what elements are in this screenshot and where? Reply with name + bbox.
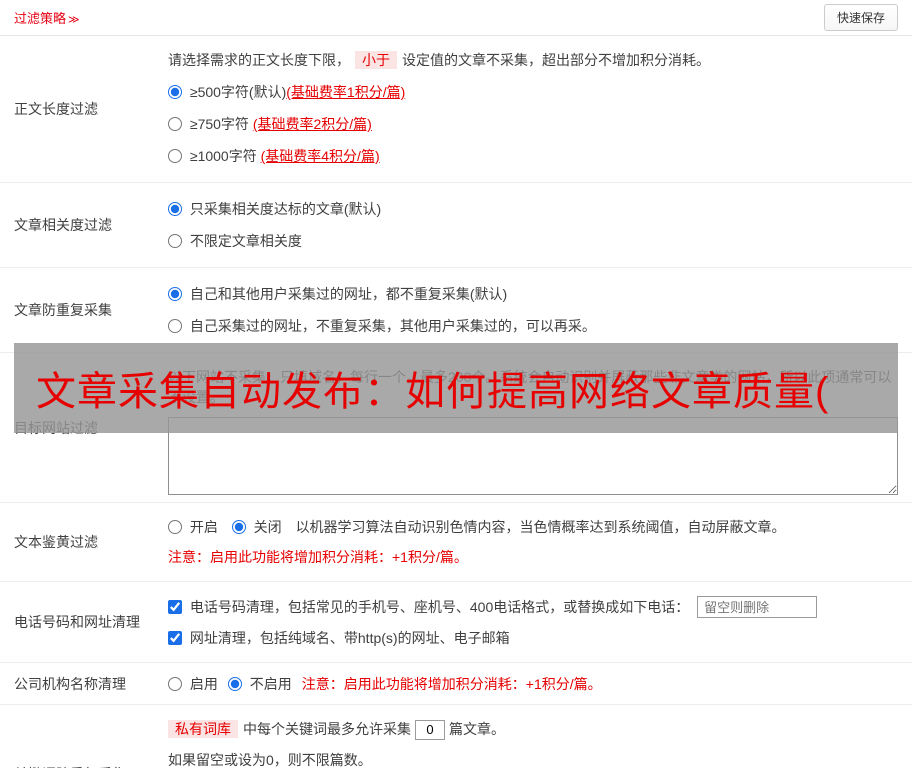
checkbox-url-clean-label: 网址清理，包括纯域名、带http(s)的网址、电子邮箱 [189,630,510,646]
body-length-intro: 请选择需求的正文长度下限， 小于 设定值的文章不采集，超出部分不增加积分消耗。 [168,50,898,70]
radio-company-off[interactable]: 不启用 [227,674,292,694]
page-title-text: 过滤策略 [14,11,67,26]
section-porn-filter: 文本鉴黄过滤 开启 关闭 以机器学习算法自动识别色情内容，当色情概率达到系统阈值… [0,503,912,582]
radio-option-750[interactable]: ≥750字符 (基础费率2积分/篇) [168,114,898,134]
section-company-clean: 公司机构名称清理 启用 不启用 注意：启用此功能将增加积分消耗：+1积分/篇。 [0,663,912,705]
replacement-phone-input[interactable] [697,596,818,618]
radio-relevance-strict[interactable]: 只采集相关度达标的文章(默认) [168,199,898,219]
porn-filter-desc: 以机器学习算法自动识别色情内容，当色情概率达到系统阈值，自动屏蔽文章。 [295,519,786,535]
keyword-line1-mid: 中每个关键词最多允许采集 [243,721,411,737]
radio-1000-input[interactable] [168,149,182,163]
radio-relevance-strict-input[interactable] [168,202,182,216]
promo-overlay-banner: 文章采集自动发布：如何提高网络文章质量( [14,343,898,433]
relevance-label: 文章相关度过滤 [14,217,112,233]
radio-dedupe-self-label: 自己采集过的网址，不重复采集，其他用户采集过的，可以再采。 [189,318,596,334]
max-articles-input[interactable] [415,719,445,740]
radio-dedupe-all-input[interactable] [168,287,182,301]
quick-save-button[interactable]: 快速保存 [823,4,898,31]
keyword-dedupe-label: 关键词防重复采集 [0,705,168,768]
radio-porn-on-input[interactable] [168,520,182,534]
header-bar: 过滤策略 ≫ 快速保存 [0,0,912,36]
promo-overlay-text: 文章采集自动发布：如何提高网络文章质量( [36,370,830,414]
checkbox-phone-clean[interactable]: 电话号码清理，包括常见的手机号、座机号、400电话格式，或替换成如下电话： [168,599,693,615]
radio-750-input[interactable] [168,117,182,131]
section-phone-url-clean: 电话号码和网址清理 电话号码清理，包括常见的手机号、座机号、400电话格式，或替… [0,582,912,663]
phone-url-label: 电话号码和网址清理 [14,614,140,630]
section-body-length: 正文长度过滤 请选择需求的正文长度下限， 小于 设定值的文章不采集，超出部分不增加积… [0,36,912,183]
radio-750-label: ≥750字符 [189,116,253,132]
intro-after: 设定值的文章不采集，超出部分不增加积分消耗。 [402,52,710,68]
private-lexicon-highlight: 私有词库 [168,720,238,738]
radio-company-on-input[interactable] [168,676,182,691]
less-than-highlight: 小于 [355,51,397,69]
radio-dedupe-all-label: 自己和其他用户采集过的网址，都不重复采集(默认) [189,286,508,302]
radio-company-on-label: 启用 [189,675,218,692]
radio-relevance-any[interactable]: 不限定文章相关度 [168,231,898,251]
radio-750-note: (基础费率2积分/篇) [252,116,372,132]
radio-relevance-any-input[interactable] [168,234,182,248]
company-clean-note: 注意：启用此功能将增加积分消耗：+1积分/篇。 [301,675,602,692]
radio-dedupe-all[interactable]: 自己和其他用户采集过的网址，都不重复采集(默认) [168,284,898,304]
radio-option-500[interactable]: ≥500字符(默认)(基础费率1积分/篇) [168,82,898,102]
radio-porn-on-label: 开启 [189,519,218,535]
radio-porn-off-label: 关闭 [253,519,282,535]
checkbox-url-clean[interactable]: 网址清理，包括纯域名、带http(s)的网址、电子邮箱 [168,630,510,646]
section-relevance: 文章相关度过滤 只采集相关度达标的文章(默认) 不限定文章相关度 [0,183,912,268]
radio-porn-off[interactable]: 关闭 [231,519,286,535]
collapse-chevron-icon: ≫ [68,14,80,26]
radio-porn-off-input[interactable] [231,520,246,534]
radio-1000-note: (基础费率4积分/篇) [260,148,380,164]
radio-company-off-input[interactable] [227,676,242,691]
radio-dedupe-self-input[interactable] [168,319,182,333]
filter-strategy-page: 过滤策略 ≫ 快速保存 正文长度过滤 请选择需求的正文长度下限， 小于 设定值的文章不… [0,0,912,768]
checkbox-phone-clean-label: 电话号码清理，包括常见的手机号、座机号、400电话格式，或替换成如下电话： [189,598,690,615]
radio-500-note: (基础费率1积分/篇) [286,84,406,100]
company-clean-label: 公司机构名称清理 [14,675,126,692]
section-keyword-dedupe: 关键词防重复采集 私有词库中每个关键词最多允许采集 篇文章。 如果留空或设为0，则… [0,705,912,768]
checkbox-phone-clean-input[interactable] [168,599,182,614]
radio-500-input[interactable] [168,85,182,99]
porn-filter-label: 文本鉴黄过滤 [14,534,98,550]
intro-before: 请选择需求的正文长度下限， [168,52,350,68]
page-title[interactable]: 过滤策略 ≫ [14,8,80,27]
keyword-line2: 如果留空或设为0，则不限篇数。 [168,751,372,768]
radio-1000-label: ≥1000字符 [189,148,261,164]
radio-dedupe-self[interactable]: 自己采集过的网址，不重复采集，其他用户采集过的，可以再采。 [168,316,898,336]
radio-company-off-label: 不启用 [249,675,292,692]
body-length-label: 正文长度过滤 [14,101,98,117]
radio-option-1000[interactable]: ≥1000字符 (基础费率4积分/篇) [168,146,898,166]
keyword-line1-after: 篇文章。 [449,721,505,737]
radio-relevance-strict-label: 只采集相关度达标的文章(默认) [189,201,382,217]
radio-porn-on[interactable]: 开启 [168,519,222,535]
radio-relevance-any-label: 不限定文章相关度 [189,233,302,249]
checkbox-url-clean-input[interactable] [168,631,182,645]
dedupe-label: 文章防重复采集 [14,302,112,318]
radio-company-on[interactable]: 启用 [168,674,218,694]
radio-500-label: ≥500字符(默认) [189,84,287,100]
section-dedupe: 文章防重复采集 自己和其他用户采集过的网址，都不重复采集(默认) 自己采集过的网… [0,268,912,353]
porn-filter-note: 注意：启用此功能将增加积分消耗：+1积分/篇。 [168,549,468,565]
